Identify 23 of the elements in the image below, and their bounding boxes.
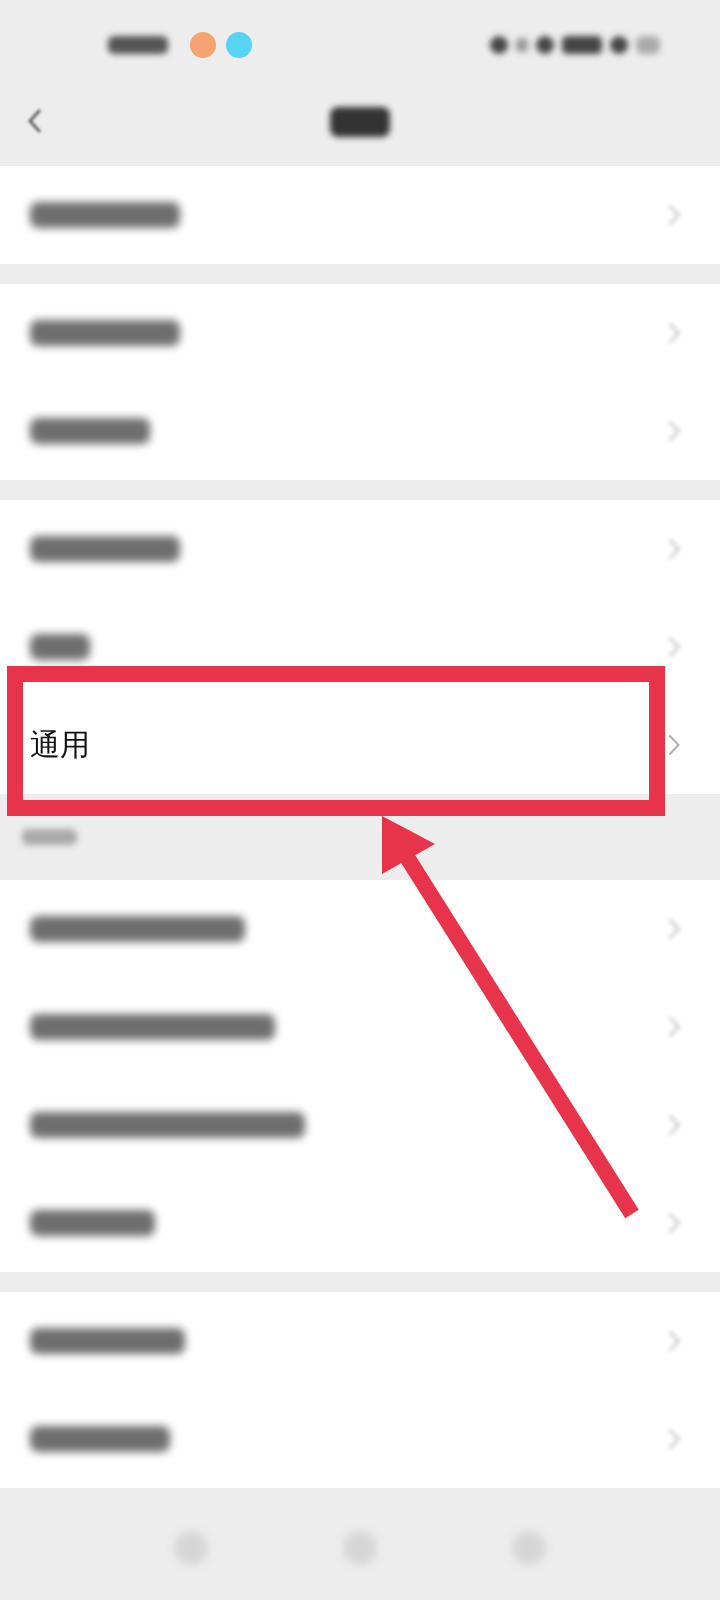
- blurred-section-title: [22, 829, 77, 845]
- chevron-icon: [668, 636, 680, 658]
- chevron-icon: [668, 918, 680, 940]
- chevron-icon: [668, 734, 680, 756]
- blurred-title: [330, 107, 390, 137]
- chevron-icon: [668, 322, 680, 344]
- chevron-icon: [668, 1016, 680, 1038]
- chevron-icon: [668, 1212, 680, 1234]
- chevron-icon: [668, 1114, 680, 1136]
- blurred-status-icon: [562, 36, 602, 54]
- blurred-time: [108, 36, 168, 54]
- chevron-icon: [668, 1428, 680, 1450]
- blurred-status-icon: [536, 36, 554, 54]
- chevron-icon: [668, 204, 680, 226]
- blurred-battery-icon: [636, 36, 660, 54]
- back-icon[interactable]: [28, 108, 42, 134]
- blurred-status-icon: [610, 36, 628, 54]
- blurred-status-icon: [516, 38, 528, 52]
- blurred-status-icon: [490, 36, 508, 54]
- chevron-icon: [668, 1330, 680, 1352]
- chevron-icon: [668, 538, 680, 560]
- chevron-icon: [668, 420, 680, 442]
- blurred-text: [30, 634, 90, 660]
